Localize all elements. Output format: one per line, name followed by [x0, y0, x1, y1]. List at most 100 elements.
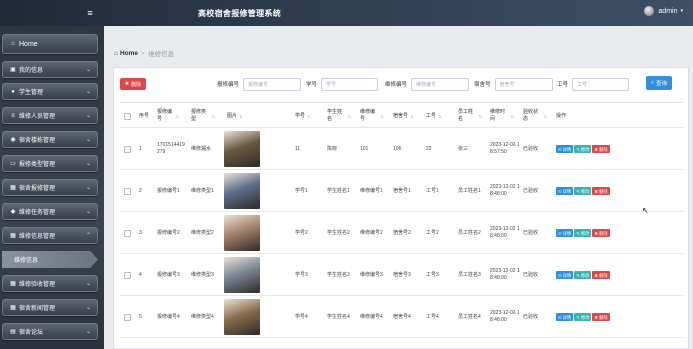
view-button-label: 详情 [562, 188, 572, 194]
row-checkbox[interactable] [124, 128, 131, 170]
delete-button[interactable]: ✖ 删除 [592, 145, 610, 153]
edit-button-label: 修改 [580, 146, 590, 152]
edit-icon: ✎ [576, 188, 580, 194]
filter-label: 维修编号 [385, 82, 408, 88]
cell-dorm: 106 [393, 145, 402, 152]
cell-time: 2023-12-02 18:57:50 [490, 142, 520, 155]
sidebar-item-dorm-repairs[interactable]: ▦ 宿舍报修管理 ⌄ [2, 179, 98, 196]
breadcrumb-separator: › [142, 49, 145, 57]
table-header: 序号 报修编号 ⇅ 报修类型 ⇅ 图片 ⇅ 学号 ⇅ 学生姓名 ⇅ 维修编号 ⇅ 宿舍号 ⇅ … [120, 102, 684, 128]
row-photo-cell [224, 128, 260, 170]
chat-icon: ▤ [10, 329, 16, 335]
batch-delete-button[interactable]: ✖ 删除 [120, 78, 146, 90]
sidebar-item-buildings[interactable]: ◉ 宿舍楼栋管理 ⌄ [2, 131, 98, 148]
edit-button[interactable]: ✎ 修改 [574, 145, 592, 153]
sidebar-item-repair-tasks[interactable]: ◆ 维修任务管理 ⌄ [2, 203, 98, 220]
sidebar-item-label: 维修信息管理 [19, 234, 56, 240]
cell-type: 维修类型1 [191, 187, 214, 194]
cell-student-id: 学号4 [295, 313, 308, 320]
view-button[interactable]: ⊙ 详情 [556, 313, 574, 321]
close-icon: ✖ [594, 230, 599, 236]
row-checkbox[interactable] [124, 296, 131, 338]
row-checkbox[interactable] [124, 254, 131, 296]
sidebar-item-label: 维修人员管理 [19, 114, 56, 120]
repair-photo[interactable] [224, 299, 260, 335]
chevron-down-icon: ⌄ [85, 113, 91, 119]
select-all-checkbox[interactable] [124, 103, 131, 129]
edit-button[interactable]: ✎ 修改 [574, 187, 592, 195]
sidebar-item-label: 宿舍新闻管理 [19, 306, 56, 312]
maint-no-input[interactable]: 维修编号 [411, 77, 470, 91]
filter-maint-no: 维修编号 维修编号 [385, 77, 470, 91]
cell-type: 维修类型4 [191, 313, 214, 320]
grid-icon: ▦ [10, 185, 16, 191]
sidebar-item-my-info[interactable]: ▣ 我的信息 ⌄ [2, 61, 98, 78]
eye-icon: ⊙ [558, 188, 562, 194]
table-row: 5 报修编号4 维修类型4 学号4 学生姓名4 维修编号4 宿舍号4 工号4 员工姓名4 2023… [120, 296, 684, 338]
row-actions: ⊙ 详情 ✎ 修改 ✖ 删除 [556, 128, 610, 170]
student-id-input[interactable]: 学号 [321, 77, 379, 91]
sidebar-item-repair-info[interactable]: ▦ 维修信息管理 ⌃ [2, 227, 98, 244]
dorm-no-input[interactable]: 宿舍号 [494, 77, 553, 91]
sidebar-item-home[interactable]: ⌂ Home [2, 34, 98, 54]
sidebar-item-label: 报修类型管理 [19, 162, 56, 168]
sidebar-item-forum[interactable]: ▤ 宿舍论坛 ⌄ [2, 323, 98, 340]
data-table: 序号 报修编号 ⇅ 报修类型 ⇅ 图片 ⇅ 学号 ⇅ 学生姓名 ⇅ 维修编号 ⇅ 宿舍号 ⇅ … [120, 102, 684, 338]
delete-button[interactable]: ✖ 删除 [592, 271, 610, 279]
sidebar-item-students[interactable]: ● 学生管理 ⌄ [2, 83, 98, 100]
grid-icon: ▦ [10, 305, 16, 311]
main-content: ⌂ Home › 维修信息 ✖ 删除 报修编号 报修编号 学号 学号 维修编号 … [104, 26, 693, 349]
close-icon: ✖ [594, 314, 599, 320]
cell-staff-id: 工号3 [426, 271, 439, 278]
sidebar-item-acceptance[interactable]: ▦ 维修验收管理 ⌄ [2, 275, 98, 292]
cell-no: 3 [139, 229, 142, 236]
view-button-label: 详情 [562, 314, 572, 320]
menu-icon[interactable]: ≡ [84, 7, 96, 19]
staff-id-input[interactable]: 工号 [572, 77, 630, 91]
delete-button-label: 删除 [599, 188, 608, 194]
edit-button-label: 修改 [580, 230, 590, 236]
row-photo-cell [224, 254, 260, 296]
trash-icon: ✖ [124, 81, 130, 87]
table-body: 1 1701514419279 维修漏水 11 陈晓 101 106 22 张三 2023-12-… [120, 128, 684, 338]
search-button[interactable]: ⌕ 查询 [646, 76, 672, 90]
chevron-down-icon: ⌄ [85, 209, 91, 215]
col-header: 宿舍号 ⇅ [393, 112, 414, 119]
view-button[interactable]: ⊙ 详情 [556, 271, 574, 279]
eye-icon: ⊙ [558, 272, 562, 278]
sidebar-item-news[interactable]: ▦ 宿舍新闻管理 ⌄ [2, 299, 98, 316]
grid-icon: ▦ [10, 233, 16, 239]
edit-icon: ✎ [576, 230, 580, 236]
row-checkbox[interactable] [124, 212, 131, 254]
sidebar-item-repair-staff[interactable]: ≡ 维修人员管理 ⌄ [2, 107, 98, 124]
repair-no-input[interactable]: 报修编号 [243, 77, 302, 91]
edit-button[interactable]: ✎ 修改 [574, 313, 592, 321]
edit-button[interactable]: ✎ 修改 [574, 271, 592, 279]
delete-button[interactable]: ✖ 删除 [592, 229, 610, 237]
view-button[interactable]: ⊙ 详情 [556, 145, 574, 153]
repair-photo[interactable] [224, 215, 260, 251]
cell-student-id: 学号2 [295, 229, 308, 236]
sidebar-item-repair-types[interactable]: ▭ 报修类型管理 ⌄ [2, 155, 98, 172]
user-menu[interactable]: admin ▾ [644, 6, 683, 16]
cell-time: 2023-12-02 18:48:00 [490, 268, 520, 281]
row-checkbox[interactable] [124, 170, 131, 212]
breadcrumb-home[interactable]: Home [120, 50, 138, 57]
edit-icon: ✎ [576, 314, 580, 320]
edit-button-label: 修改 [580, 188, 590, 194]
repair-photo[interactable] [224, 257, 260, 293]
repair-photo[interactable] [224, 131, 260, 167]
delete-button[interactable]: ✖ 删除 [592, 313, 610, 321]
edit-button[interactable]: ✎ 修改 [574, 229, 592, 237]
repair-photo[interactable] [224, 173, 260, 209]
sidebar-item-label: 宿舍论坛 [19, 330, 44, 336]
cell-maint-no: 维修编号1 [360, 187, 383, 194]
grid-icon: ▦ [10, 281, 16, 287]
sidebar-subitem-repair-info[interactable]: 维修信息 [2, 251, 98, 268]
col-header: 报修编号 ⇅ [157, 109, 179, 122]
table-row: 1 1701514419279 维修漏水 11 陈晓 101 106 22 张三 2023-12-… [120, 128, 684, 170]
view-button[interactable]: ⊙ 详情 [556, 229, 574, 237]
delete-button[interactable]: ✖ 删除 [592, 187, 610, 195]
view-button[interactable]: ⊙ 详情 [556, 187, 574, 195]
chevron-down-icon: ⌄ [85, 89, 91, 95]
